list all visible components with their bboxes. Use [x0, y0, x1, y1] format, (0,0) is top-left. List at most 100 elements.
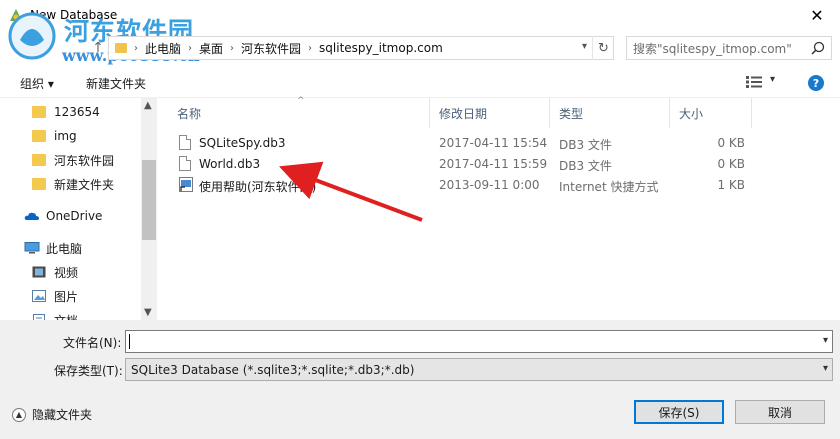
close-button[interactable]: ✕ [794, 0, 840, 30]
folder-icon [32, 130, 46, 142]
navigation-pane: 123654 img 河东软件园 新建文件夹 OneDrive 此电脑 视频 图 [0, 98, 157, 320]
up-button[interactable]: ↑ [88, 38, 108, 58]
cancel-button[interactable]: 取消 [735, 400, 825, 424]
help-icon[interactable]: ? [808, 75, 824, 91]
breadcrumb-hedong[interactable]: 河东软件园 [241, 40, 301, 57]
nav-item-documents[interactable]: 文档 [32, 308, 78, 320]
search-icon [811, 41, 825, 55]
nav-item-label: 视频 [54, 265, 79, 280]
chevron-down-icon[interactable]: ▾ [582, 41, 587, 52]
file-name: World.db3 [199, 157, 261, 171]
chevron-down-icon: ▾ [822, 363, 828, 374]
app-icon [10, 9, 22, 21]
nav-item-onedrive[interactable]: OneDrive [24, 204, 102, 228]
file-size: 0 KB [717, 157, 745, 171]
folder-icon [115, 43, 127, 53]
chevron-right-icon: › [188, 42, 193, 54]
nav-item-label: 文档 [54, 312, 78, 321]
save-options-panel: 文件名(N): ▾ 保存类型(T): SQLite3 Database (*.s… [0, 320, 840, 439]
nav-item-label: 123654 [54, 105, 100, 119]
file-list: ^ 名称 修改日期 类型 大小 SQLiteSpy.db3 2017-04-11… [167, 96, 840, 320]
scroll-down-icon[interactable]: ▼ [144, 307, 152, 318]
column-header-type[interactable]: 类型 [549, 98, 669, 128]
file-size: 0 KB [717, 136, 745, 150]
column-header-name[interactable]: 名称 [167, 98, 429, 128]
file-size: 1 KB [717, 178, 745, 192]
organize-menu[interactable]: 组织 ▾ [20, 75, 54, 92]
column-header-label: 名称 [177, 106, 202, 121]
file-row[interactable]: 使用帮助(河东软件园) 2013-09-11 0:00 Internet 快捷方… [167, 175, 840, 196]
breadcrumb-desktop[interactable]: 桌面 [199, 40, 223, 57]
file-name: SQLiteSpy.db3 [199, 136, 286, 150]
nav-item-folder[interactable]: img [32, 124, 77, 148]
search-placeholder: 搜索"sqlitespy_itmop.com" [633, 41, 792, 56]
chevron-down-icon[interactable]: ▾ [823, 335, 828, 346]
file-type: DB3 文件 [559, 138, 612, 152]
nav-item-videos[interactable]: 视频 [32, 260, 78, 284]
view-options-icon[interactable] [746, 76, 762, 88]
file-type: Internet 快捷方式 [559, 180, 659, 194]
column-header-label: 修改日期 [439, 106, 488, 121]
arrow-up-icon: ↑ [92, 40, 104, 56]
file-name: 使用帮助(河东软件园) [199, 180, 317, 194]
refresh-button[interactable]: ↻ [592, 36, 614, 60]
navigation-scrollbar[interactable]: ▲ ▼ [141, 98, 157, 320]
file-row[interactable]: SQLiteSpy.db3 2017-04-11 15:54 DB3 文件 0 … [167, 133, 840, 154]
nav-item-label: 图片 [54, 289, 79, 304]
view-dropdown-icon[interactable]: ▾ [770, 74, 775, 85]
file-icon [179, 135, 191, 150]
breadcrumb-current[interactable]: sqlitespy_itmop.com [319, 41, 443, 55]
column-divider[interactable] [751, 98, 752, 128]
file-modified: 2013-09-11 0:00 [439, 178, 540, 192]
nav-item-label: img [54, 129, 77, 143]
filetype-label: 保存类型(T): [54, 364, 123, 378]
column-header-size[interactable]: 大小 [669, 98, 751, 128]
chevron-right-icon: › [134, 42, 138, 54]
video-icon [32, 266, 46, 278]
file-icon [179, 156, 191, 171]
nav-item-label: 新建文件夹 [54, 177, 115, 192]
column-header-label: 大小 [679, 106, 704, 121]
filetype-select[interactable]: SQLite3 Database (*.sqlite3;*.sqlite;*.d… [125, 358, 833, 381]
file-modified: 2017-04-11 15:59 [439, 157, 548, 171]
folder-icon [32, 178, 46, 190]
internet-shortcut-icon [179, 177, 193, 192]
chevron-right-icon: › [308, 42, 313, 54]
file-row[interactable]: World.db3 2017-04-11 15:59 DB3 文件 0 KB [167, 154, 840, 175]
nav-item-folder[interactable]: 新建文件夹 [32, 172, 114, 196]
window-title: New Database [30, 8, 118, 22]
filetype-value: SQLite3 Database (*.sqlite3;*.sqlite;*.d… [131, 362, 415, 377]
hide-folders-button[interactable]: ▲ 隐藏文件夹 [12, 406, 92, 423]
command-bar: 组织 ▾ 新建文件夹 ▾ ? [0, 68, 840, 98]
file-type: DB3 文件 [559, 159, 612, 173]
nav-item-pictures[interactable]: 图片 [32, 284, 78, 308]
address-bar[interactable]: › 此电脑 › 桌面 › 河东软件园 › sqlitespy_itmop.com… [108, 36, 614, 60]
scroll-up-icon[interactable]: ▲ [144, 100, 152, 111]
chevron-right-icon: › [230, 42, 235, 54]
filename-field[interactable]: ▾ [125, 330, 833, 353]
text-caret [129, 334, 130, 349]
close-icon: ✕ [810, 5, 824, 25]
folder-icon [32, 106, 46, 118]
nav-item-folder[interactable]: 123654 [32, 100, 100, 124]
nav-item-this-pc[interactable]: 此电脑 [24, 236, 82, 260]
search-input[interactable]: 搜索"sqlitespy_itmop.com" [626, 36, 832, 60]
scroll-thumb[interactable] [142, 160, 156, 240]
file-modified: 2017-04-11 15:54 [439, 136, 548, 150]
title-bar: New Database ✕ [0, 0, 840, 32]
picture-icon [32, 290, 46, 302]
computer-icon [24, 242, 40, 254]
nav-item-label: 此电脑 [46, 241, 83, 256]
hide-folders-label: 隐藏文件夹 [32, 408, 93, 422]
navigation-row: ↑ › 此电脑 › 桌面 › 河东软件园 › sqlitespy_itmop.c… [0, 34, 840, 62]
breadcrumb-this-pc[interactable]: 此电脑 [145, 40, 181, 57]
save-button[interactable]: 保存(S) [634, 400, 724, 424]
chevron-up-icon: ▲ [12, 407, 26, 422]
filename-label: 文件名(N): [63, 336, 122, 350]
column-header-label: 类型 [559, 106, 584, 121]
nav-item-label: OneDrive [46, 209, 103, 223]
column-header-modified[interactable]: 修改日期 [429, 98, 549, 128]
nav-item-folder[interactable]: 河东软件园 [32, 148, 114, 172]
new-folder-button[interactable]: 新建文件夹 [86, 75, 146, 92]
cloud-icon [24, 212, 39, 220]
